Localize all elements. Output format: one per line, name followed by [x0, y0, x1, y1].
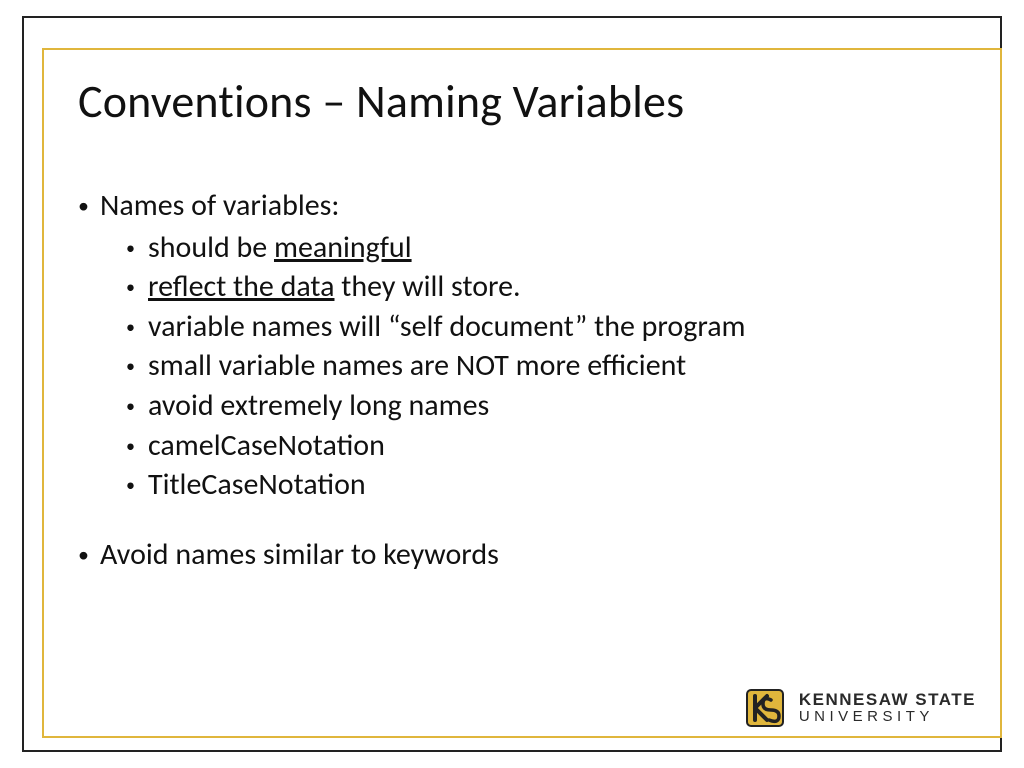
slide-content: Conventions – Naming Variables Names of …	[78, 74, 960, 578]
sub-bullet-2: reflect the data they will store.	[100, 267, 960, 307]
bullet-list: Names of variables: should be meaningful…	[78, 186, 960, 574]
slide-title: Conventions – Naming Variables	[78, 74, 960, 130]
bullet-top-1: Names of variables: should be meaningful…	[78, 186, 960, 505]
sub-bullet-7: TitleCaseNotation	[100, 465, 960, 505]
sub-bullet-1: should be meaningful	[100, 228, 960, 268]
sub-bullet-3: variable names will “self document” the …	[100, 307, 960, 347]
bullet-top-2-text: Avoid names similar to keywords	[100, 536, 499, 573]
logo-line-1: KENNESAW STATE	[799, 691, 976, 709]
bullet-top-2: Avoid names similar to keywords	[78, 535, 960, 575]
university-logo: KENNESAW STATE UNIVERSITY	[741, 684, 976, 732]
logo-text: KENNESAW STATE UNIVERSITY	[799, 691, 976, 725]
sub-bullet-4: small variable names are NOT more effici…	[100, 346, 960, 386]
sub-bullet-6: camelCaseNotation	[100, 426, 960, 466]
slide-outer-frame: Conventions – Naming Variables Names of …	[22, 16, 1002, 752]
sub-bullet-1b: meaningful	[274, 229, 412, 266]
sub-bullet-list: should be meaningful reflect the data th…	[100, 228, 960, 505]
logo-line-2: UNIVERSITY	[799, 709, 976, 725]
bullet-top-1-text: Names of variables:	[100, 187, 339, 224]
sub-bullet-1a: should be	[148, 229, 274, 266]
sub-bullet-5: avoid extremely long names	[100, 386, 960, 426]
sub-bullet-2b: they will store.	[334, 268, 520, 305]
ks-monogram-icon	[741, 684, 789, 732]
sub-bullet-2a: reflect the data	[148, 268, 334, 305]
